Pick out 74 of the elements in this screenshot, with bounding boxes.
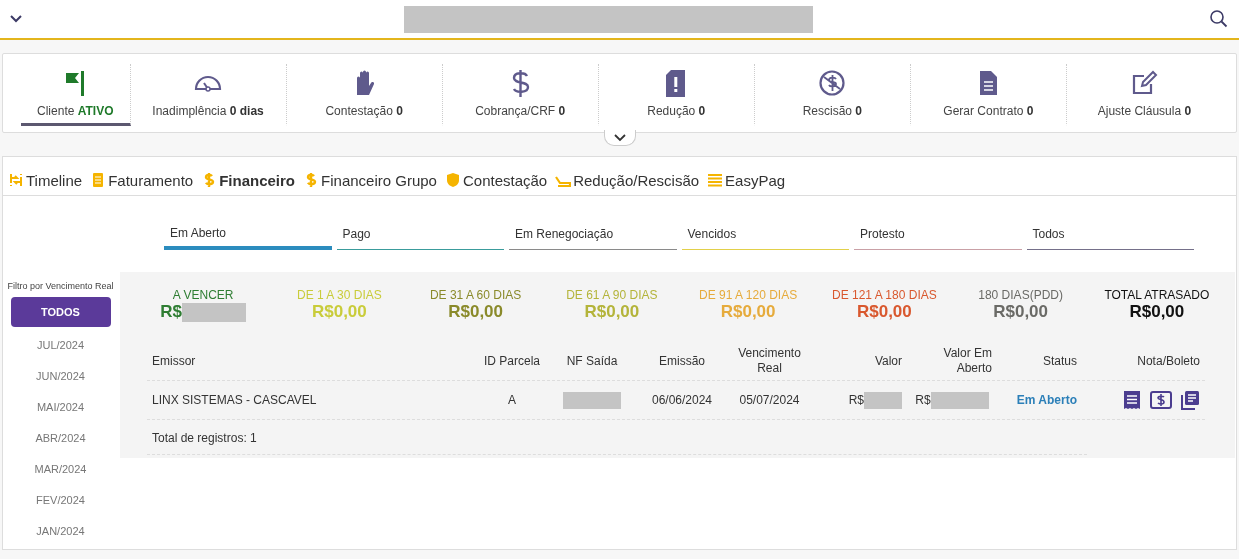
search-icon[interactable] — [1209, 9, 1229, 29]
indicator-tab[interactable]: Contestação 0 — [286, 64, 443, 126]
table-cell-text: 06/06/2024 — [650, 393, 714, 407]
aging-amount: R$0,00 — [720, 302, 776, 322]
aging-label: 180 DIAS(PDD) — [978, 288, 1063, 302]
tab[interactable]: Contestação — [444, 169, 548, 191]
receipt-icon[interactable] — [1122, 390, 1142, 410]
table-cell-text: LINX SISTEMAS - CASCAVEL — [151, 393, 318, 407]
column-header: Status — [1041, 354, 1078, 368]
aging-amount: R$0,00 — [856, 302, 912, 322]
table-cell: R$ — [915, 393, 931, 407]
tab[interactable]: Financeiro — [201, 169, 296, 191]
aging-amount: R$ — [160, 302, 182, 322]
column-header: NF Saída — [565, 354, 619, 368]
chevron-down-icon — [613, 133, 626, 142]
month-filter[interactable]: ABR/2024 — [10, 422, 111, 453]
column-header: Emissão — [658, 354, 706, 368]
indicator-tab[interactable]: Inadimplência 0 dias — [130, 64, 287, 126]
indicator-tab[interactable]: Cobrança/CRF 0 — [442, 64, 599, 126]
month-filter[interactable]: JAN/2024 — [10, 515, 111, 546]
tab[interactable]: Redução/Rescisão — [555, 169, 700, 191]
indicator-tab[interactable]: Redução 0 — [598, 64, 755, 126]
filter-title: Filtro por Vencimento Real — [7, 281, 114, 291]
status-link[interactable]: Em Aberto — [1016, 393, 1077, 407]
indicator-tab[interactable]: Ajuste Cláusula 0 — [1066, 64, 1222, 126]
month-filter[interactable]: JUL/2024 — [10, 329, 111, 360]
chevron-down-icon[interactable] — [10, 15, 22, 23]
aging-amount: R$0,00 — [1129, 302, 1185, 322]
column-header: ID Parcela — [483, 354, 541, 368]
month-filter[interactable]: TODOS — [10, 297, 111, 327]
aging-label: DE 31 A 60 DIAS — [429, 288, 522, 302]
filter-tab[interactable]: Vencidos — [681, 226, 849, 250]
filter-tab[interactable]: Todos — [1026, 226, 1194, 250]
column-header: Valor — [873, 354, 903, 368]
aging-label: DE 91 A 120 DIAS — [699, 288, 798, 302]
column-header: Valor Em Aberto — [942, 346, 993, 376]
tab[interactable]: Faturamento — [90, 169, 194, 191]
filter-tab[interactable]: Em Aberto — [164, 226, 332, 250]
aging-amount: R$0,00 — [993, 302, 1049, 322]
month-filter[interactable]: MAR/2024 — [10, 453, 111, 484]
filter-tab[interactable]: Em Renegociação — [509, 226, 677, 250]
column-header: Nota/Boleto — [1136, 354, 1201, 368]
column-header: Vencimento Real — [737, 346, 802, 376]
aging-amount: R$0,00 — [311, 302, 367, 322]
month-filter[interactable]: FEV/2024 — [10, 484, 111, 515]
aging-label: A VENCER — [172, 288, 234, 302]
record-count: Total de registros: 1 — [151, 431, 257, 445]
aging-label: TOTAL ATRASADO — [1104, 288, 1210, 302]
month-filter[interactable]: MAI/2024 — [10, 391, 111, 422]
list-lines-icon — [707, 172, 724, 188]
filter-tab[interactable]: Protesto — [854, 226, 1022, 250]
month-filter[interactable]: JUN/2024 — [10, 360, 111, 391]
shield-icon — [444, 172, 461, 188]
dollar-bill-icon[interactable] — [1150, 391, 1172, 409]
swap-arrows-icon — [8, 172, 24, 188]
aging-amount: R$0,00 — [448, 302, 504, 322]
aging-label: DE 1 A 30 DIAS — [297, 288, 382, 302]
tab[interactable]: EasyPag — [707, 169, 786, 191]
pdf-file-icon[interactable] — [1180, 390, 1200, 410]
table-cell-text: 05/07/2024 — [738, 393, 801, 407]
aging-label: DE 121 A 180 DIAS — [832, 288, 937, 302]
indicator-tab[interactable]: Cliente ATIVO — [21, 64, 131, 126]
indicator-tab[interactable]: Rescisão 0 — [754, 64, 911, 126]
aging-label: DE 61 A 90 DIAS — [566, 288, 658, 302]
expand-button[interactable] — [603, 130, 636, 146]
tab[interactable]: Financeiro Grupo — [303, 169, 437, 191]
table-cell-text: A — [507, 393, 517, 407]
no-dollar-icon — [817, 67, 848, 98]
table-cell: R$ — [848, 393, 864, 407]
aging-amount: R$0,00 — [584, 302, 640, 322]
tab[interactable]: Timeline — [8, 169, 83, 191]
column-header: Emissor — [151, 354, 197, 368]
filter-tab[interactable]: Pago — [336, 226, 504, 250]
indicator-tab[interactable]: Gerar Contrato 0 — [910, 64, 1067, 126]
